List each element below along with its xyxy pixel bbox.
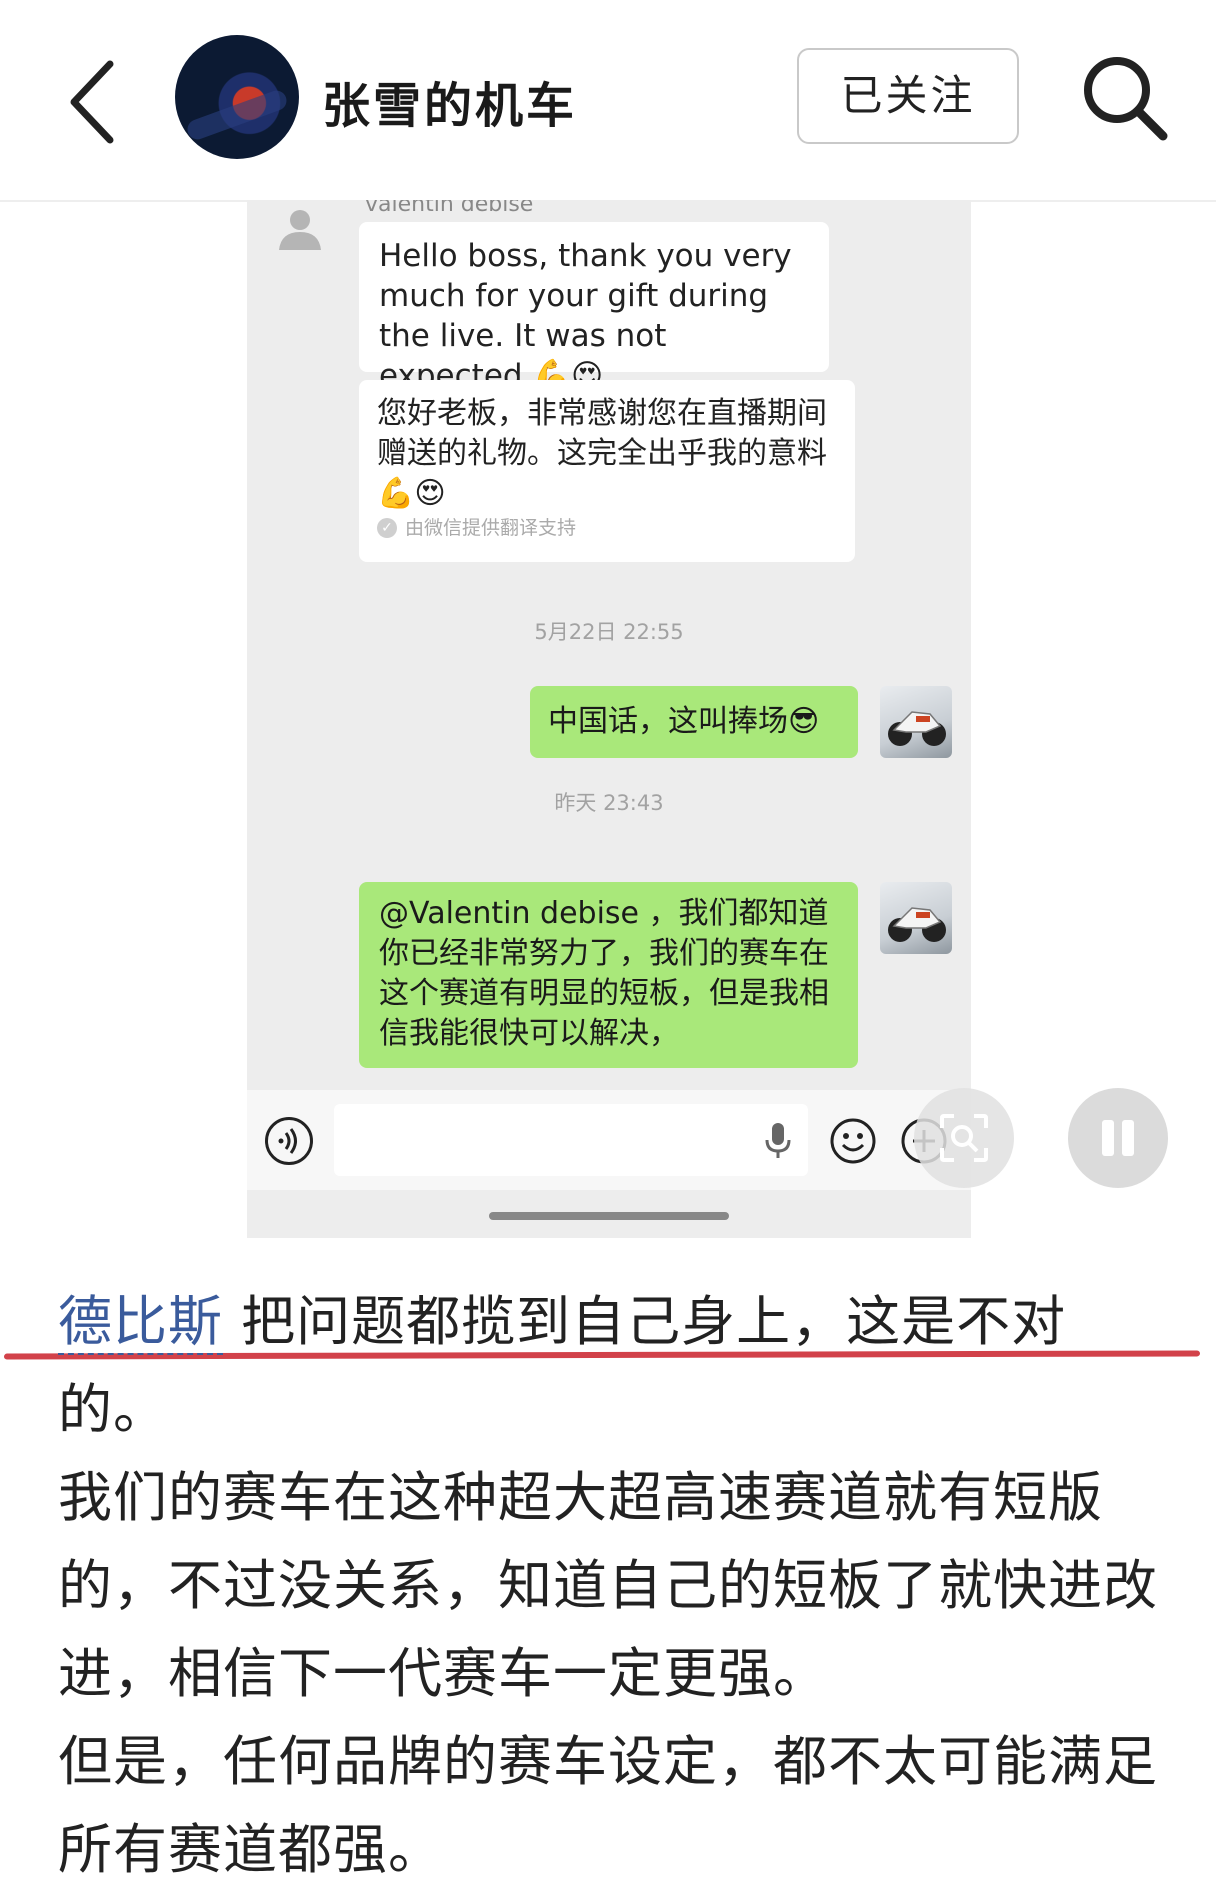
translation-note-text: 由微信提供翻译支持 [405,517,577,539]
translation-text: 您好老板，非常感谢您在直播期间赠送的礼物。这完全出乎我的意料💪😍 [377,396,827,511]
motorcycle-avatar [880,882,952,954]
channel-name[interactable]: 张雪的机车 [322,66,577,136]
pause-button[interactable] [1068,1088,1168,1188]
mention-link[interactable]: 德比斯 [58,1290,223,1355]
back-arrow-icon [70,60,114,144]
post-line-1: 德比斯 把问题都揽到自己身上，这是不对的。 [58,1278,1168,1454]
emoji-icon [830,1118,876,1164]
message-translation: 您好老板，非常感谢您在直播期间赠送的礼物。这完全出乎我的意料💪😍 ✓ 由微信提供… [359,380,855,562]
motorcycle-avatar [880,686,952,758]
search-button[interactable] [1075,48,1175,148]
home-indicator [489,1212,729,1220]
scan-icon [940,1114,988,1162]
channel-avatar[interactable] [175,35,299,159]
chat-input-bar [247,1090,971,1190]
post-paragraph: 我们的赛车在这种超大超高速赛道就有短版的，不过没关系，知道自己的短板了就快进改进… [58,1466,1158,1705]
my-message-1: 中国话，这叫捧场😎 [530,686,858,758]
back-button[interactable] [60,52,130,152]
person-icon [279,210,321,250]
scan-button[interactable] [914,1088,1014,1188]
message-english: Hello boss, thank you very much for your… [359,222,829,394]
follow-button[interactable]: 已关注 [797,48,1019,144]
search-icon [1084,57,1168,141]
post-paragraph: 但是，任何品牌的赛车设定，都不太可能满足所有赛道都强。 [58,1730,1158,1881]
post-text: 德比斯 把问题都揽到自己身上，这是不对的。 我们的赛车在这种超大超高速赛道就有短… [58,1278,1168,1894]
my-message-2: @Valentin debise ，我们都知道你已经非常努力了，我们的赛车在这个… [359,882,858,1068]
translation-note: ✓ 由微信提供翻译支持 [377,508,576,548]
chat-screenshot: valentin debise Hello boss, thank you ve… [247,200,971,1238]
voice-icon [278,1128,297,1154]
timestamp: 昨天 23:43 [554,791,664,815]
mic-icon[interactable] [763,1120,793,1160]
check-icon: ✓ [377,518,397,538]
top-bar: 张雪的机车 已关注 [0,0,1216,202]
voice-button[interactable] [265,1117,313,1165]
sender-name: valentin debise [365,200,534,217]
timestamp: 5月22日 22:55 [534,620,684,644]
message-input[interactable] [334,1104,808,1176]
emoji-button[interactable] [829,1117,877,1165]
